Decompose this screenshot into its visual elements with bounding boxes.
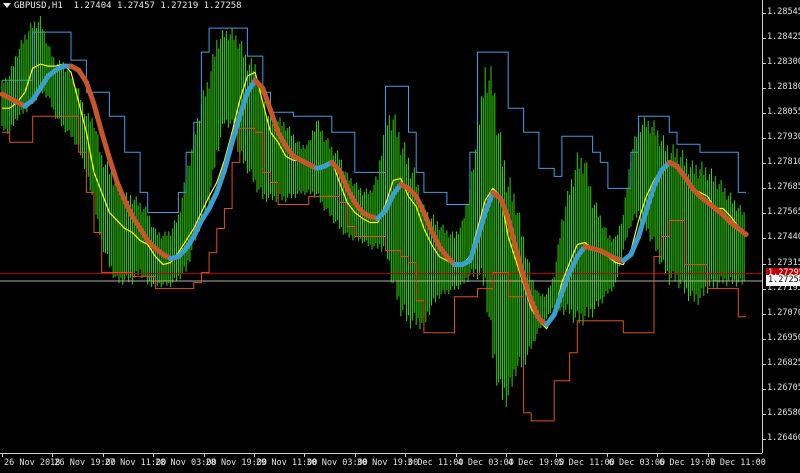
price-tick-label: 1.28180: [767, 82, 800, 93]
time-tick-label: 4 Dec 19:00: [508, 458, 565, 468]
ma-segment-down: [528, 298, 542, 322]
time-tick-mark: [254, 454, 255, 457]
time-tick-label: 6 Dec 03:00: [608, 458, 666, 468]
price-tick-mark: [763, 238, 766, 240]
time-tick-label: 5 Dec 11:00: [558, 458, 615, 468]
ma-segment-down: [106, 155, 120, 185]
price-tick-mark: [763, 438, 766, 440]
ohlc-values: 1.27404 1.27457 1.27219 1.27258: [73, 1, 242, 11]
price-tick-label: 1.26460: [767, 432, 800, 443]
time-tick-mark: [2, 454, 3, 457]
price-tick-mark: [763, 88, 766, 90]
ma-segment-down: [498, 195, 511, 221]
ma-segment-up: [651, 167, 665, 189]
time-axis[interactable]: 26 Nov 2018 26 Nov 19:00 27 Nov 11:00 28 No…: [0, 453, 766, 473]
price-tick-label: 1.26950: [767, 332, 800, 343]
caret-down-icon[interactable]: [3, 3, 11, 8]
time-tick-mark: [606, 454, 608, 457]
time-tick-mark: [707, 454, 709, 457]
price-tick-mark: [763, 363, 766, 365]
price-tick-label: 1.28545: [767, 7, 800, 17]
time-tick-label: 3 Dec 11:00: [407, 458, 464, 468]
symbol-timeframe: GBPUSD,H1: [14, 1, 63, 11]
ma-segment-down: [99, 129, 112, 161]
time-tick-mark: [153, 454, 155, 457]
time-tick-mark: [52, 454, 54, 457]
time-tick-label: 6 Dec 19:00: [659, 458, 716, 468]
ma-segment-down: [91, 101, 105, 135]
time-tick-mark: [657, 454, 659, 457]
price-tick-mark: [763, 113, 766, 115]
time-tick-mark: [354, 454, 356, 457]
price-tick-label: 1.26825: [767, 357, 800, 368]
price-tick-mark: [763, 163, 766, 165]
ma-segment-down: [735, 226, 749, 237]
price-tick-mark: [763, 213, 766, 215]
ma-segment-down: [429, 228, 442, 249]
time-tick-mark: [102, 454, 104, 457]
price-tick-label: 1.28055: [767, 107, 800, 118]
time-tick-mark: [455, 454, 457, 457]
price-tick-mark: [763, 188, 766, 190]
price-tick-label: 1.28425: [767, 32, 800, 43]
ma-segment-down: [122, 197, 135, 219]
price-tick-label: 1.26705: [767, 382, 800, 393]
price-tick-mark: [763, 288, 766, 290]
price-tick-label: 1.28300: [767, 57, 800, 68]
ma-segment-down: [114, 179, 128, 203]
ma-segment-down: [83, 79, 97, 107]
price-tick-label: 1.27070: [767, 307, 800, 318]
time-tick-mark: [506, 454, 507, 457]
chart-area[interactable]: GBPUSD,H1 1.27404 1.27457 1.27219 1.2725…: [0, 0, 762, 453]
chart-header: GBPUSD,H1 1.27404 1.27457 1.27219 1.2725…: [3, 1, 242, 11]
time-tick-mark: [304, 454, 306, 457]
ma-segment-up: [628, 234, 642, 258]
bid-price-label: 1.27258: [766, 275, 800, 287]
price-tick-label: 1.27440: [767, 232, 800, 243]
price-tick-mark: [763, 38, 766, 40]
ma-segment-down: [421, 210, 434, 233]
time-tick-mark: [556, 454, 558, 457]
price-tick-mark: [763, 413, 766, 415]
time-tick-mark: [405, 454, 407, 457]
price-tick-label: 1.27930: [767, 132, 800, 143]
price-tick-mark: [763, 13, 766, 14]
price-tick-mark: [763, 138, 766, 140]
price-tick-label: 1.27315: [767, 257, 800, 268]
price-tick-mark: [763, 338, 766, 340]
price-tick-mark: [763, 313, 766, 315]
price-axis[interactable]: 1.28545 1.28425 1.28300 1.28180 1.28055 1.279…: [762, 0, 800, 453]
price-tick-label: 1.26580: [767, 407, 800, 418]
price-tick-mark: [763, 263, 766, 265]
ma-segment-up: [191, 218, 204, 239]
price-chart[interactable]: [0, 0, 762, 453]
price-tick-mark: [763, 388, 766, 390]
ma-segment-up: [383, 191, 396, 213]
price-tick-mark: [763, 63, 766, 65]
time-tick-label: 26 Nov 2018: [4, 458, 61, 468]
price-tick-label: 1.27810: [767, 157, 800, 168]
time-tick-label: 4 Dec 03:00: [457, 458, 514, 468]
ma-segment-up: [214, 167, 227, 195]
price-tick-label: 1.27685: [767, 182, 800, 193]
time-tick-label: 7 Dec 11:00: [709, 458, 766, 468]
price-tick-label: 1.27565: [767, 207, 800, 218]
time-tick-mark: [203, 454, 205, 457]
